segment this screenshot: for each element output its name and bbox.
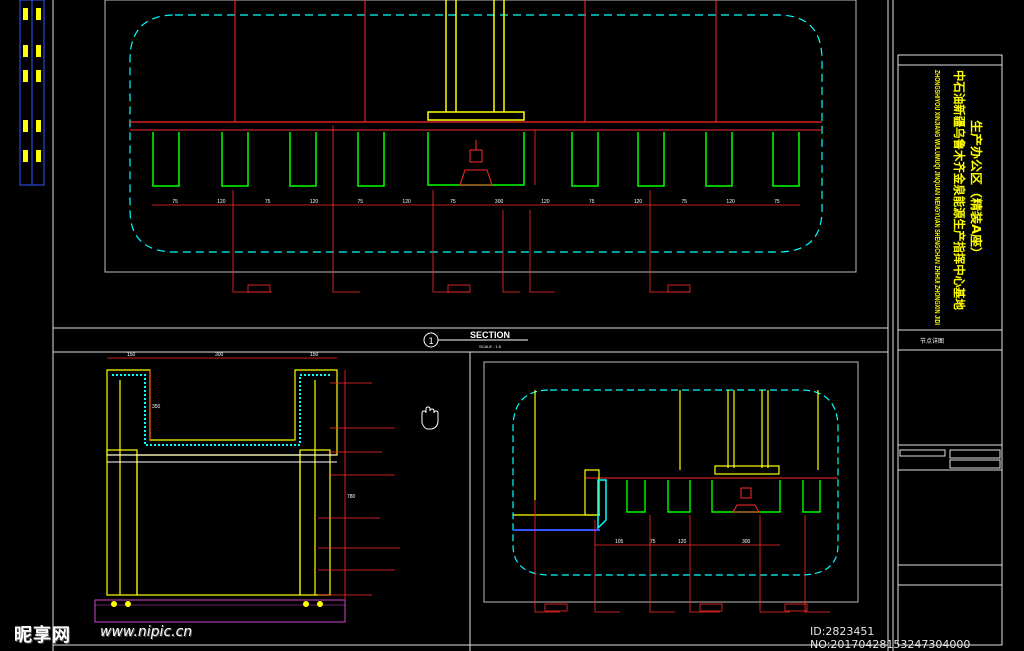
- section-title: 1 SECTION SCALE : 1:5: [423, 330, 528, 349]
- top-dimension-label: 120: [217, 199, 226, 205]
- top-dimension-label: 75: [358, 199, 364, 205]
- top-dimension-label: 120: [726, 199, 735, 205]
- top-dimension-label: 120: [402, 199, 411, 205]
- br-dim-3: 120: [678, 539, 687, 545]
- left-layer-strip: [19, 0, 45, 186]
- br-dim-1: 105: [615, 539, 624, 545]
- light-channel: [221, 132, 249, 187]
- top-dimension-label: 300: [495, 199, 504, 205]
- light-channel: [289, 132, 317, 187]
- top-dimension-label: 120: [634, 199, 643, 205]
- title-drawing-name: 节点详图: [920, 337, 944, 345]
- drawing-frame: [52, 0, 894, 651]
- light-channel: [152, 132, 180, 187]
- light-channel: [705, 132, 733, 187]
- top-dimension-label: 75: [589, 199, 595, 205]
- top-dimension-label: 75: [265, 199, 271, 205]
- section-label: SECTION: [470, 330, 510, 340]
- title-block: 中石油新疆乌鲁木齐金泉能源生产指挥中心基地 生产办公区（精装A座） ZHONGS…: [897, 54, 1003, 646]
- title-subtitle-cn: 生产办公区（精装A座）: [969, 120, 984, 260]
- top-dimension-label: 75: [172, 199, 178, 205]
- light-channel: [637, 132, 665, 187]
- bottom-left-detail: 150 300 150 350 780: [94, 352, 400, 623]
- top-dimension-label: 75: [450, 199, 456, 205]
- cad-drawing: 75 120 75 120 75 120 75 300 120 75 120 75 120 75 1 SE…: [19, 0, 1003, 651]
- bottom-right-detail: 105 75 120 300: [483, 361, 859, 613]
- bl-dim-2: 300: [215, 352, 224, 358]
- section-marker: 1: [428, 337, 433, 347]
- section-scale: SCALE : 1:5: [479, 344, 502, 349]
- hand-cursor-icon: [421, 406, 439, 430]
- bl-dim-3: 150: [310, 352, 319, 358]
- title-project-cn: 中石油新疆乌鲁木齐金泉能源生产指挥中心基地: [952, 70, 967, 310]
- light-channel: [571, 132, 599, 187]
- top-dimension-label: 120: [541, 199, 550, 205]
- br-dim-4: 300: [742, 539, 751, 545]
- title-project-en: ZHONGSHIYOU XINJIANG WULUMUQI JINQUAN NE…: [933, 70, 940, 325]
- top-dimension-label: 120: [310, 199, 319, 205]
- watermark-url: www.nipic.cn: [100, 624, 193, 640]
- top-dimension-labels: 75 120 75 120 75 120 75 300 120 75 120 75 120 75: [172, 199, 780, 205]
- light-channel: [772, 132, 800, 187]
- top-detail: 75 120 75 120 75 120 75 300 120 75 120 75 120 75: [104, 0, 857, 293]
- bl-dim-side-2: 780: [347, 494, 356, 500]
- top-dimension-label: 75: [682, 199, 688, 205]
- br-dim-2: 75: [650, 539, 656, 545]
- bl-dim-1: 150: [127, 352, 136, 358]
- watermark-site-name: 昵享网: [14, 625, 71, 646]
- bl-dim-side-1: 350: [152, 404, 161, 410]
- watermark-image-id: ID:2823451 NO:20170428153247304000: [810, 625, 971, 651]
- light-channel: [357, 132, 385, 187]
- top-dimension-label: 75: [774, 199, 780, 205]
